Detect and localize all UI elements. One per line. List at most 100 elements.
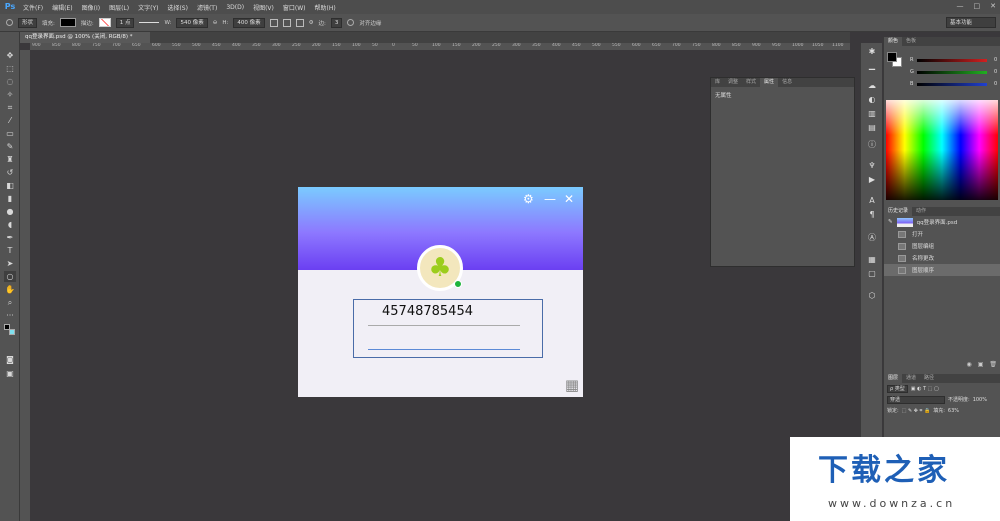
menu-3d[interactable]: 3D(D) — [226, 4, 244, 11]
radius-input[interactable]: 3 — [330, 17, 343, 28]
filter-icons[interactable]: ▣ ◐ T ⬚ ▢ — [911, 386, 939, 392]
new-doc-icon[interactable]: ▣ — [978, 361, 984, 370]
link-icon[interactable]: ⊖ — [213, 20, 218, 26]
path-select-tool-icon[interactable]: ➤ — [4, 258, 16, 269]
tab-properties[interactable]: 属性 — [760, 78, 779, 87]
stroke-type-icon[interactable] — [139, 22, 160, 23]
info-icon[interactable]: ⓘ — [867, 140, 877, 150]
history-brush-tool-icon[interactable]: ↺ — [4, 167, 16, 178]
properties-icon[interactable]: ▤ — [867, 123, 877, 133]
menu-image[interactable]: 图像(I) — [82, 3, 100, 12]
layer-filter-select[interactable]: ρ 类型 — [887, 384, 908, 393]
history-item[interactable]: 名称更改 — [884, 252, 1000, 264]
eraser-tool-icon[interactable]: ◧ — [4, 180, 16, 191]
ellipse-tool-icon[interactable]: ○ — [4, 271, 16, 282]
tab-layers[interactable]: 图层 — [884, 374, 903, 383]
history-item[interactable]: 打开 — [884, 228, 1000, 240]
workspace-select[interactable]: 基本功能 — [946, 17, 996, 28]
tab-libraries[interactable]: 库 — [711, 78, 724, 87]
red-slider[interactable]: R 0 — [910, 56, 1000, 64]
quick-mask-icon[interactable]: ◙ — [4, 354, 16, 365]
gear-icon[interactable]: ⚙ — [309, 20, 314, 26]
actions-icon[interactable]: ▶ — [867, 175, 877, 185]
menu-edit[interactable]: 编辑(E) — [52, 3, 72, 12]
dodge-tool-icon[interactable]: ◖ — [4, 219, 16, 230]
history-snapshot[interactable]: ✎ qq登录界面.psd — [884, 216, 1000, 228]
layer-comps-icon[interactable]: ▦ — [867, 255, 877, 265]
crop-tool-icon[interactable]: ⌗ — [4, 102, 16, 113]
menu-help[interactable]: 帮助(H) — [315, 3, 336, 12]
tab-paths[interactable]: 路径 — [920, 374, 938, 383]
healing-tool-icon[interactable]: ▭ — [4, 128, 16, 139]
green-slider[interactable]: G 0 — [910, 68, 1000, 76]
libraries-icon[interactable]: ☁ — [867, 81, 877, 91]
fill-value[interactable]: 63% — [948, 408, 959, 414]
stamp-tool-icon[interactable]: ♜ — [4, 154, 16, 165]
document-tab[interactable]: qq登录界面.psd @ 100% (关闭, RGB/8) * — [20, 32, 150, 43]
glyph-icon[interactable]: Ⓐ — [867, 233, 877, 243]
levels-icon[interactable]: ▁ — [867, 61, 877, 71]
trash-icon[interactable]: 🗑 — [989, 361, 997, 370]
3d-icon[interactable]: ⬡ — [867, 291, 877, 301]
lasso-tool-icon[interactable]: ◌ — [4, 76, 16, 87]
gradient-tool-icon[interactable]: ▮ — [4, 193, 16, 204]
history-item[interactable]: 图层顺序 — [884, 264, 1000, 276]
menu-window[interactable]: 窗口(W) — [283, 3, 306, 12]
notes-icon[interactable]: ▢ — [867, 269, 877, 279]
blur-tool-icon[interactable]: ● — [4, 206, 16, 217]
maximize-icon[interactable]: □ — [974, 2, 981, 10]
color-spectrum[interactable] — [886, 100, 998, 200]
eyedropper-tool-icon[interactable]: ⁄ — [4, 115, 16, 126]
menu-view[interactable]: 视图(V) — [253, 3, 274, 12]
tab-adjustments[interactable]: 调整 — [724, 78, 742, 87]
zoom-tool-icon[interactable]: ⌕ — [4, 297, 16, 308]
opacity-value[interactable]: 100% — [973, 397, 987, 403]
hand-tool-icon[interactable]: ✋ — [4, 284, 16, 295]
history-item[interactable]: 图层编组 — [884, 240, 1000, 252]
align-edges-checkbox[interactable] — [347, 19, 355, 26]
path-ops-icon[interactable] — [269, 18, 278, 27]
path-align-icon[interactable] — [282, 18, 291, 27]
document-canvas[interactable]: ⚙ — ✕ ♣ 45748785454 ▦ — [298, 187, 583, 397]
tab-channels[interactable]: 通道 — [902, 374, 920, 383]
menu-layer[interactable]: 图层(L) — [109, 3, 129, 12]
menu-file[interactable]: 文件(F) — [23, 3, 43, 12]
adjustments-icon[interactable]: ◐ — [867, 95, 877, 105]
character-icon[interactable]: A — [867, 196, 877, 206]
stroke-width-input[interactable]: 1 点 — [115, 17, 135, 28]
menu-select[interactable]: 选择(S) — [167, 3, 188, 12]
background-color-swatch[interactable] — [9, 329, 15, 335]
tab-color[interactable]: 颜色 — [884, 37, 903, 46]
styles-icon[interactable]: ▥ — [867, 109, 877, 119]
asterisk-icon[interactable]: ✱ — [867, 47, 877, 57]
menu-type[interactable]: 文字(Y) — [138, 3, 158, 12]
fill-swatch[interactable] — [59, 18, 76, 27]
mode-select[interactable]: 形状 — [18, 17, 38, 28]
history-icon[interactable]: ♆ — [867, 161, 877, 171]
tab-styles[interactable]: 样式 — [742, 78, 760, 87]
marquee-tool-icon[interactable]: ⬚ — [4, 63, 16, 74]
type-tool-icon[interactable]: T — [4, 245, 16, 256]
tab-history[interactable]: 历史记录 — [884, 207, 913, 216]
stroke-swatch[interactable] — [98, 18, 111, 27]
tab-info[interactable]: 信息 — [778, 78, 796, 87]
width-input[interactable]: 540 像素 — [176, 17, 208, 28]
magic-wand-tool-icon[interactable]: ✧ — [4, 89, 16, 100]
tab-swatches[interactable]: 色板 — [902, 37, 920, 46]
snapshot-icon[interactable]: ◉ — [966, 361, 971, 370]
brush-tool-icon[interactable]: ✎ — [4, 141, 16, 152]
tab-actions[interactable]: 动作 — [912, 207, 930, 216]
menu-filter[interactable]: 滤镜(T) — [197, 3, 217, 12]
more-tools-icon[interactable]: ··· — [4, 310, 16, 321]
lock-icons[interactable]: ⬚ ✎ ✥ ⌗ 🔒 — [902, 408, 931, 414]
close-icon[interactable]: ✕ — [990, 2, 996, 10]
path-arrange-icon[interactable] — [295, 18, 304, 27]
pen-tool-icon[interactable]: ✒ — [4, 232, 16, 243]
minimize-icon[interactable]: — — [957, 2, 964, 10]
foreground-swatch[interactable] — [887, 52, 897, 62]
shape-tool-icon[interactable] — [6, 19, 13, 26]
blue-slider[interactable]: B 0 — [910, 80, 1000, 88]
paragraph-icon[interactable]: ¶ — [867, 210, 877, 220]
blend-mode-select[interactable]: 穿透 — [887, 395, 945, 404]
screen-mode-icon[interactable]: ▣ — [4, 368, 16, 379]
